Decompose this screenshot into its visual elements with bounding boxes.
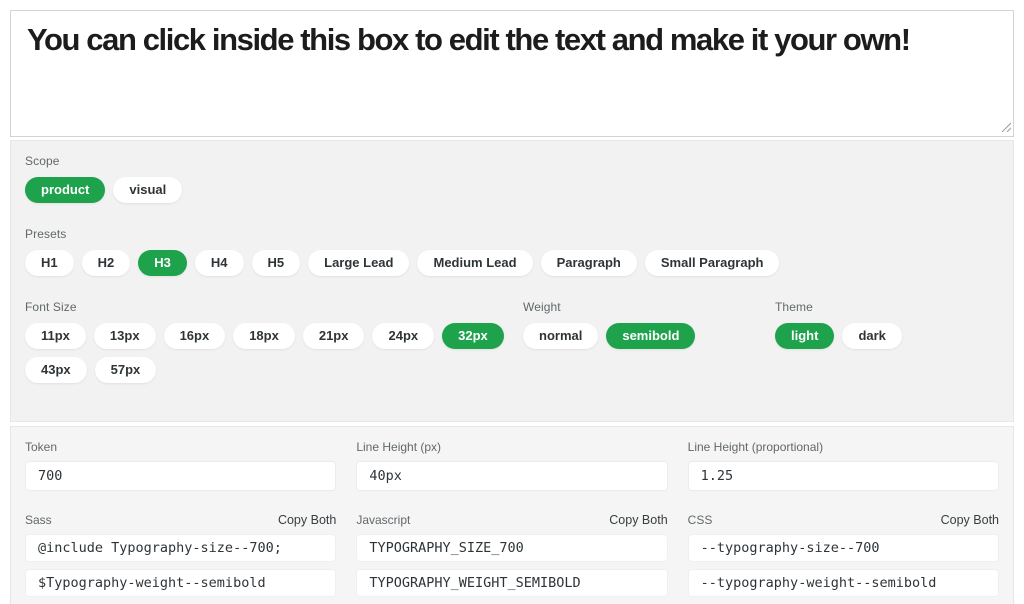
code-columns-row: Sass Copy Both @include Typography-size-… xyxy=(25,513,999,597)
javascript-copy-both-link[interactable]: Copy Both xyxy=(609,513,667,527)
theme-group: Theme light dark xyxy=(775,300,902,349)
preset-option-medium-lead[interactable]: Medium Lead xyxy=(417,250,532,276)
theme-option-light[interactable]: light xyxy=(775,323,834,349)
font-size-option-21px[interactable]: 21px xyxy=(303,323,365,349)
presets-group: Presets H1 H2 H3 H4 H5 Large Lead Medium Lead P… xyxy=(25,227,999,276)
line-height-prop-label: Line Height (proportional) xyxy=(688,440,823,454)
scope-label: Scope xyxy=(25,154,999,168)
preview-editor-wrapper: You can click inside this box to edit th… xyxy=(10,10,1014,137)
javascript-column: Javascript Copy Both TYPOGRAPHY_SIZE_700… xyxy=(356,513,667,597)
size-weight-theme-row: Font Size 11px 13px 16px 18px 21px 24px 32px 43… xyxy=(25,300,999,407)
preset-option-h3[interactable]: H3 xyxy=(138,250,187,276)
sass-weight-code[interactable]: $Typography-weight--semibold xyxy=(25,569,336,597)
sass-label: Sass xyxy=(25,513,52,527)
presets-label: Presets xyxy=(25,227,999,241)
sass-column: Sass Copy Both @include Typography-size-… xyxy=(25,513,336,597)
theme-option-dark[interactable]: dark xyxy=(842,323,901,349)
preset-option-h4[interactable]: H4 xyxy=(195,250,244,276)
token-field: Token xyxy=(25,440,336,491)
token-fields-row: Token Line Height (px) Line Height (prop… xyxy=(25,440,999,491)
font-size-option-24px[interactable]: 24px xyxy=(372,323,434,349)
font-size-option-16px[interactable]: 16px xyxy=(164,323,226,349)
font-size-option-57px[interactable]: 57px xyxy=(95,357,157,383)
javascript-size-code[interactable]: TYPOGRAPHY_SIZE_700 xyxy=(356,534,667,562)
weight-options: normal semibold xyxy=(523,323,755,349)
line-height-px-field: Line Height (px) xyxy=(356,440,667,491)
sass-copy-both-link[interactable]: Copy Both xyxy=(278,513,336,527)
scope-options: product visual xyxy=(25,177,999,203)
font-size-label: Font Size xyxy=(25,300,505,314)
preset-option-paragraph[interactable]: Paragraph xyxy=(541,250,637,276)
preset-option-h5[interactable]: H5 xyxy=(252,250,301,276)
scope-group: Scope product visual xyxy=(25,154,999,203)
css-size-code[interactable]: --typography-size--700 xyxy=(688,534,999,562)
javascript-label: Javascript xyxy=(356,513,410,527)
css-weight-code[interactable]: --typography-weight--semibold xyxy=(688,569,999,597)
css-copy-both-link[interactable]: Copy Both xyxy=(941,513,999,527)
theme-options: light dark xyxy=(775,323,902,349)
scope-option-product[interactable]: product xyxy=(25,177,105,203)
font-size-group: Font Size 11px 13px 16px 18px 21px 24px 32px 43… xyxy=(25,300,505,383)
preview-text-editor[interactable]: You can click inside this box to edit th… xyxy=(10,10,1014,137)
weight-group: Weight normal semibold xyxy=(523,300,755,349)
controls-panel: Scope product visual Presets H1 H2 H3 H4 H5 La… xyxy=(10,140,1014,422)
preset-option-small-paragraph[interactable]: Small Paragraph xyxy=(645,250,780,276)
preset-option-large-lead[interactable]: Large Lead xyxy=(308,250,409,276)
line-height-px-input[interactable] xyxy=(356,461,667,491)
weight-label: Weight xyxy=(523,300,755,314)
css-label: CSS xyxy=(688,513,713,527)
font-size-option-11px[interactable]: 11px xyxy=(25,323,86,349)
preset-option-h2[interactable]: H2 xyxy=(82,250,131,276)
weight-option-normal[interactable]: normal xyxy=(523,323,598,349)
font-size-option-32px[interactable]: 32px xyxy=(442,323,504,349)
token-input[interactable] xyxy=(25,461,336,491)
javascript-weight-code[interactable]: TYPOGRAPHY_WEIGHT_SEMIBOLD xyxy=(356,569,667,597)
font-size-option-43px[interactable]: 43px xyxy=(25,357,87,383)
presets-options: H1 H2 H3 H4 H5 Large Lead Medium Lead Paragraph… xyxy=(25,250,999,276)
font-size-option-13px[interactable]: 13px xyxy=(94,323,156,349)
preset-option-h1[interactable]: H1 xyxy=(25,250,74,276)
font-size-option-18px[interactable]: 18px xyxy=(233,323,295,349)
line-height-px-label: Line Height (px) xyxy=(356,440,441,454)
font-size-options: 11px 13px 16px 18px 21px 24px 32px 43px 57px xyxy=(25,323,505,383)
sass-size-code[interactable]: @include Typography-size--700; xyxy=(25,534,336,562)
theme-label: Theme xyxy=(775,300,902,314)
line-height-prop-field: Line Height (proportional) xyxy=(688,440,999,491)
css-column: CSS Copy Both --typography-size--700 --t… xyxy=(688,513,999,597)
line-height-prop-input[interactable] xyxy=(688,461,999,491)
token-field-label: Token xyxy=(25,440,57,454)
weight-option-semibold[interactable]: semibold xyxy=(606,323,695,349)
outputs-panel: Token Line Height (px) Line Height (prop… xyxy=(10,426,1014,604)
scope-option-visual[interactable]: visual xyxy=(113,177,182,203)
